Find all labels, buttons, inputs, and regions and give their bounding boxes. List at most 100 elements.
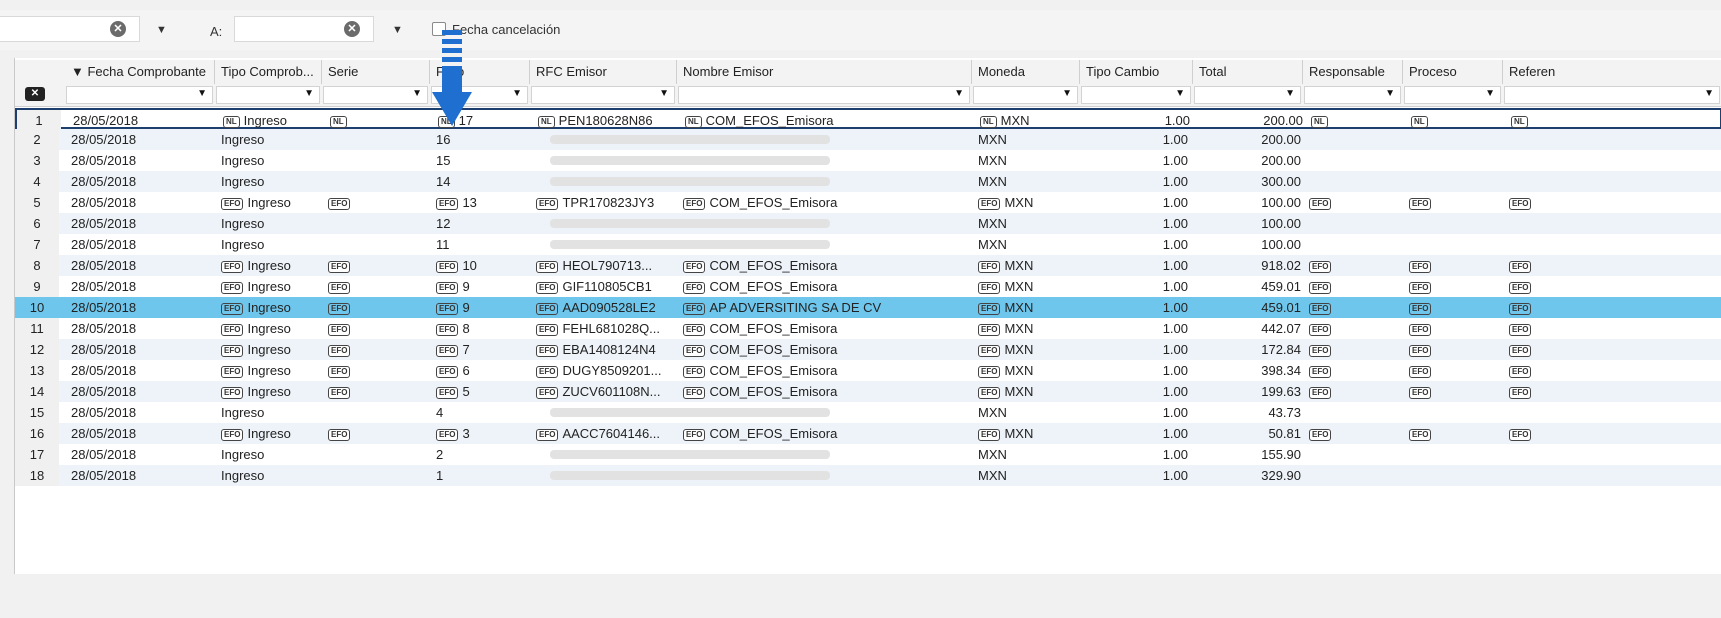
table-row[interactable]: 7 28/05/2018 Ingreso 11 MXN 1.00 100.00	[15, 234, 1721, 255]
date-to-dropdown-icon[interactable]: ▼	[392, 24, 403, 36]
cell-tipo_cambio-text: 1.00	[1162, 321, 1188, 336]
table-row[interactable]: 13 28/05/2018 EFO Ingreso EFO EFO 6 EFO DUGY8509…	[15, 360, 1721, 381]
cell-total: 459.01	[1193, 276, 1301, 297]
cell-fecha-text: 28/05/2018	[71, 174, 137, 189]
filter-nombre[interactable]: ▼	[678, 86, 970, 104]
cell-serie	[328, 402, 428, 423]
table-row[interactable]: 18 28/05/2018 Ingreso 1 MXN 1.00 329.90	[15, 465, 1721, 486]
cell-total: 918.02	[1193, 255, 1301, 276]
filter-dropdown-icon[interactable]: ▼	[197, 88, 207, 99]
column-header-rfc[interactable]: RFC Emisor	[530, 60, 677, 84]
cell-total: 200.00	[1193, 129, 1301, 150]
cell-tipo_cambio: 1.00	[1080, 129, 1188, 150]
cell-rfc: EFO DUGY8509201...	[536, 360, 675, 381]
clear-date-from-icon[interactable]: ✕	[110, 21, 126, 37]
cell-serie	[328, 213, 428, 234]
table-row[interactable]: 10 28/05/2018 EFO Ingreso EFO EFO 9 EFO AAD09052…	[15, 297, 1721, 318]
filter-fecha[interactable]: ▼	[66, 86, 213, 104]
cell-total-text: 918.02	[1261, 258, 1301, 273]
table-row[interactable]: 16 28/05/2018 EFO Ingreso EFO EFO 3 EFO AACC7604…	[15, 423, 1721, 444]
filter-serie[interactable]: ▼	[323, 86, 428, 104]
column-header-moneda[interactable]: Moneda	[972, 60, 1080, 84]
cell-responsable	[1309, 402, 1401, 423]
efos-badge-icon: EFO	[221, 387, 244, 399]
cell-moneda-text: MXN	[978, 447, 1007, 462]
table-row[interactable]: 1 28/05/2018 NL Ingreso NL NL 17 NL PEN180628N86…	[15, 108, 1721, 131]
cell-proceso: EFO	[1409, 297, 1501, 318]
filter-rfc[interactable]: ▼	[531, 86, 675, 104]
date-from-dropdown-icon[interactable]: ▼	[156, 24, 167, 36]
cell-referencia	[1509, 444, 1720, 465]
table-row[interactable]: 8 28/05/2018 EFO Ingreso EFO EFO 10 EFO HEOL7907…	[15, 255, 1721, 276]
filter-dropdown-icon[interactable]: ▼	[1485, 88, 1495, 99]
cell-fecha: 28/05/2018	[71, 423, 213, 444]
cell-folio-text: 15	[436, 153, 451, 168]
table-row[interactable]: 15 28/05/2018 Ingreso 4 MXN 1.00 43.73	[15, 402, 1721, 423]
cell-rfc: EFO AACC7604146...	[536, 423, 675, 444]
cell-folio-text: 8	[462, 321, 470, 336]
filter-dropdown-icon[interactable]: ▼	[1385, 88, 1395, 99]
filter-moneda[interactable]: ▼	[973, 86, 1078, 104]
cell-nombre-text: COM_EFOS_Emisora	[709, 426, 838, 441]
filter-proceso[interactable]: ▼	[1404, 86, 1501, 104]
table-row[interactable]: 3 28/05/2018 Ingreso 15 MXN 1.00 200.00	[15, 150, 1721, 171]
filter-responsable[interactable]: ▼	[1304, 86, 1401, 104]
clear-date-to-icon[interactable]: ✕	[344, 21, 360, 37]
cell-referencia	[1509, 234, 1720, 255]
table-row[interactable]: 2 28/05/2018 Ingreso 16 MXN 1.00 200.00	[15, 129, 1721, 150]
cell-fecha: 28/05/2018	[71, 381, 213, 402]
table-row[interactable]: 17 28/05/2018 Ingreso 2 MXN 1.00 155.90	[15, 444, 1721, 465]
filter-dropdown-icon[interactable]: ▼	[1062, 88, 1072, 99]
efos-badge-icon: EFO	[1409, 345, 1432, 357]
filter-referencia[interactable]: ▼	[1504, 86, 1720, 104]
efos-badge-icon: EFO	[536, 324, 559, 336]
cell-rfc-text: PEN180628N86	[558, 113, 653, 128]
filter-tipo_cambio[interactable]: ▼	[1081, 86, 1191, 104]
table-row[interactable]: 14 28/05/2018 EFO Ingreso EFO EFO 5 EFO ZUCV6011…	[15, 381, 1721, 402]
cell-rfc: NL PEN180628N86	[538, 110, 677, 131]
efos-badge-icon: EFO	[1309, 303, 1332, 315]
column-header-serie[interactable]: Serie	[322, 60, 430, 84]
table-row[interactable]: 11 28/05/2018 EFO Ingreso EFO EFO 8 EFO FEHL6810…	[15, 318, 1721, 339]
table-row[interactable]: 9 28/05/2018 EFO Ingreso EFO EFO 9 EFO GIF110805…	[15, 276, 1721, 297]
column-header-responsable[interactable]: Responsable	[1303, 60, 1403, 84]
cell-total-text: 300.00	[1261, 174, 1301, 189]
column-header-fecha[interactable]: ▼ Fecha Comprobante	[65, 60, 215, 84]
cell-folio-text: 10	[462, 258, 477, 273]
filter-dropdown-icon[interactable]: ▼	[1285, 88, 1295, 99]
column-header-total[interactable]: Total	[1193, 60, 1303, 84]
column-header-proceso[interactable]: Proceso	[1403, 60, 1503, 84]
clear-filters-button[interactable]: ✕	[25, 87, 45, 101]
table-row[interactable]: 4 28/05/2018 Ingreso 14 MXN 1.00 300.00	[15, 171, 1721, 192]
filter-dropdown-icon[interactable]: ▼	[954, 88, 964, 99]
table-row[interactable]: 6 28/05/2018 Ingreso 12 MXN 1.00 100.00	[15, 213, 1721, 234]
column-header-tipo_cambio[interactable]: Tipo Cambio	[1080, 60, 1193, 84]
column-header-nombre[interactable]: Nombre Emisor	[677, 60, 972, 84]
filter-dropdown-icon[interactable]: ▼	[1704, 88, 1714, 99]
table-row[interactable]: 12 28/05/2018 EFO Ingreso EFO EFO 7 EFO EBA14081…	[15, 339, 1721, 360]
filter-total[interactable]: ▼	[1194, 86, 1301, 104]
table-row[interactable]: 5 28/05/2018 EFO Ingreso EFO EFO 13 EFO TPR17082…	[15, 192, 1721, 213]
filter-dropdown-icon[interactable]: ▼	[512, 88, 522, 99]
cell-tipo_cambio-text: 1.00	[1164, 113, 1190, 128]
filter-dropdown-icon[interactable]: ▼	[304, 88, 314, 99]
cell-folio: 1	[436, 465, 528, 486]
filter-dropdown-icon[interactable]: ▼	[659, 88, 669, 99]
cell-serie	[328, 234, 428, 255]
cell-rfc-text: TPR170823JY3	[562, 195, 655, 210]
cell-referencia: EFO	[1509, 276, 1720, 297]
cell-fecha: 28/05/2018	[71, 297, 213, 318]
column-header-referencia[interactable]: Referen	[1503, 60, 1721, 84]
efos-badge-icon: EFO	[436, 324, 459, 336]
cell-fecha-text: 28/05/2018	[71, 342, 137, 357]
filter-tipo[interactable]: ▼	[216, 86, 320, 104]
filter-dropdown-icon[interactable]: ▼	[1175, 88, 1185, 99]
cell-moneda: EFO MXN	[978, 297, 1078, 318]
row-number: 9	[15, 276, 59, 297]
efos-badge-icon: EFO	[536, 303, 559, 315]
efos-badge-icon: EFO	[1409, 387, 1432, 399]
column-header-tipo[interactable]: Tipo Comprob...	[215, 60, 322, 84]
filter-dropdown-icon[interactable]: ▼	[412, 88, 422, 99]
cell-tipo_cambio-text: 1.00	[1162, 195, 1188, 210]
cell-responsable: EFO	[1309, 192, 1401, 213]
